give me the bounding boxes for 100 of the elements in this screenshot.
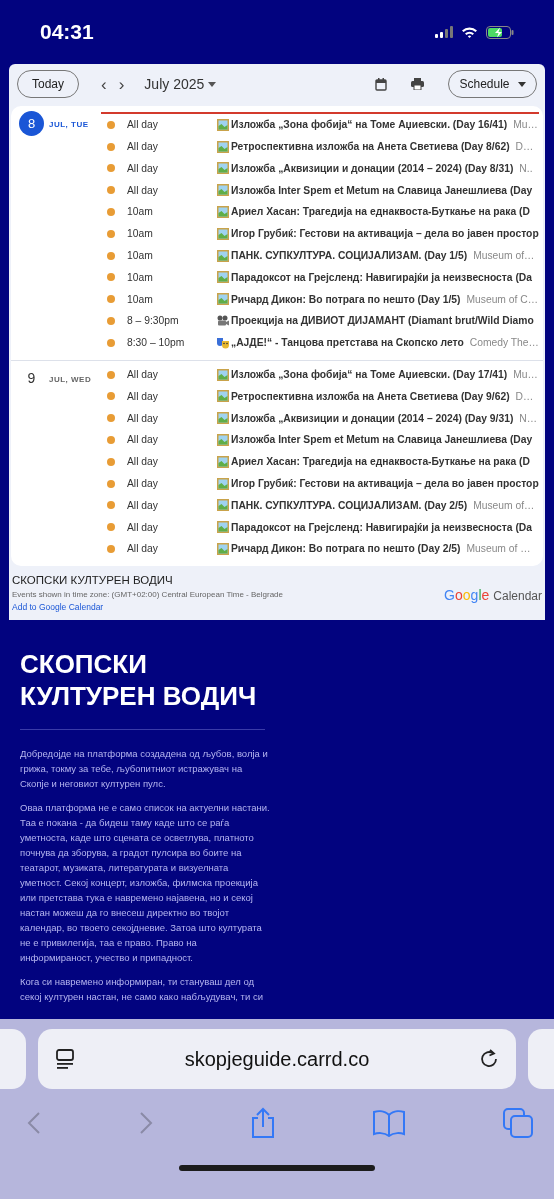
- event-row[interactable]: 10am Парадоксот на Грејсленд: Навигирајќи ја неизвесноста (Da: [101, 266, 543, 289]
- event-dot: [107, 545, 115, 554]
- event-dot: [107, 317, 115, 326]
- add-calendar-link[interactable]: Add to Google Calendar: [12, 601, 284, 614]
- picture-frame-icon: [217, 206, 229, 219]
- event-row[interactable]: 10am Ариел Хасан: Трагедија на еднаквоста-Буткање на рака (D: [101, 201, 543, 223]
- event-time: All day: [127, 161, 159, 176]
- event-dot: [107, 186, 115, 195]
- event-row[interactable]: All day Ричард Дикон: Во потрага по нешто (Day 2/5) Museum of …: [101, 538, 543, 560]
- event-row[interactable]: All day Изложба „Аквизиции и донации (2014 – 2024) (Day 9/31) N…: [101, 407, 543, 430]
- event-title: Изложба Inter Spem et Metum на Славица Јанешлиева (Day: [231, 183, 533, 198]
- event-title: Ариел Хасан: Трагедија на еднаквоста-Буткање на рака (D: [231, 455, 530, 470]
- tabs-icon[interactable]: [502, 1107, 534, 1139]
- picture-frame-icon: [217, 499, 229, 512]
- event-row[interactable]: All day Изложба „Зона фобија“ на Томе Аџиевски. (Day 17/41) Mu…: [101, 363, 543, 386]
- picture-frame-icon: [217, 184, 229, 197]
- picture-frame-icon: [217, 543, 229, 556]
- event-row[interactable]: All day Изложба Inter Spem et Metum на Славица Јанешлиева (Day: [101, 429, 543, 451]
- event-row[interactable]: All day Ариел Хасан: Трагедија на еднаквоста-Буткање на рака (D: [101, 450, 543, 473]
- reload-icon[interactable]: [478, 1048, 500, 1070]
- event-dot: [107, 479, 115, 488]
- event-row[interactable]: 10am Игор Грубиќ: Гестови на активација – дела во јавен простор: [101, 223, 543, 245]
- event-time: 10am: [127, 205, 154, 220]
- intro-paragraph: Кога си навремено информиран, ти стануваш дел од секој културен настан, не само како набљудувач, ти си: [20, 974, 264, 1004]
- event-title: „АЈДЕ!“ - Танцова претстава на Скопско лето: [231, 336, 464, 351]
- event-time: 8 – 9:30pm: [127, 314, 180, 329]
- clock-time: 04:31: [40, 19, 94, 46]
- event-row[interactable]: All day Игор Грубиќ: Гестови на активација – дела во јавен простор: [101, 472, 543, 495]
- battery-charging-icon: [486, 25, 514, 39]
- previous-button[interactable]: ‹: [95, 75, 113, 93]
- share-icon[interactable]: [250, 1107, 276, 1139]
- book-icon[interactable]: [372, 1109, 406, 1137]
- event-dot: [107, 523, 115, 532]
- event-title: Парадоксот на Грејсленд: Навигирајќи ја неизвесноста (Da: [231, 520, 533, 535]
- forward-icon[interactable]: [138, 1111, 154, 1135]
- picture-frame-icon: [217, 227, 229, 240]
- event-title: Изложба „Зона фобија“ на Томе Аџиевски. (Day 16/41): [231, 118, 508, 133]
- calendar-name: СКОПСКИ КУЛТУРЕН ВОДИЧ: [12, 572, 174, 588]
- theater-masks-icon: [217, 336, 229, 349]
- product-name: Calendar: [493, 587, 542, 605]
- event-row[interactable]: 8:30 – 10pm „АЈДЕ!“ - Танцова претстава на Скопско лето Comedy The…: [101, 331, 543, 354]
- event-row[interactable]: 8 – 9:30pm Проекција на ДИВИОТ ДИЈАМАНТ (Diamant brut/Wild Diamo: [101, 310, 543, 332]
- event-time: All day: [127, 183, 159, 198]
- back-icon[interactable]: [26, 1111, 42, 1135]
- event-time: All day: [127, 498, 159, 513]
- event-location: Museum of C…: [466, 292, 538, 307]
- event-row[interactable]: All day Ретроспективна изложба на Анета Светиева (Day 9/62) D…: [101, 385, 543, 408]
- google-logo: Google: [444, 585, 490, 605]
- event-time: All day: [127, 139, 159, 154]
- event-row[interactable]: All day Ретроспективна изложба на Анета Светиева (Day 8/62) D…: [101, 135, 543, 158]
- picture-frame-icon: [217, 368, 229, 381]
- event-dot: [107, 436, 115, 445]
- page-menu-icon[interactable]: [54, 1048, 76, 1070]
- date-number[interactable]: 8: [19, 111, 44, 136]
- event-time: 10am: [127, 227, 154, 242]
- event-row[interactable]: 10am ПАНК. СУПКУЛТУРА. СОЦИЈАЛИЗАМ. (Day 1/5) Museum of…: [101, 244, 543, 267]
- event-location: N…: [519, 411, 538, 426]
- date-number[interactable]: 9: [19, 365, 44, 391]
- calendar-icon[interactable]: [375, 77, 387, 91]
- event-title: Ретроспективна изложба на Анета Светиева (Day 8/62): [231, 139, 510, 154]
- event-row[interactable]: All day Изложба Inter Spem et Metum на Славица Јанешлиева (Day: [101, 179, 543, 202]
- event-time: All day: [127, 389, 159, 404]
- event-location: N..: [519, 161, 533, 176]
- event-row[interactable]: 10am Ричард Дикон: Во потрага по нешто (Day 1/5) Museum of C…: [101, 288, 543, 311]
- event-time: All day: [127, 476, 159, 491]
- picture-frame-icon: [217, 455, 229, 468]
- event-location: D…: [515, 139, 534, 154]
- tab-preview[interactable]: [528, 1029, 554, 1089]
- event-title: Ариел Хасан: Трагедија на еднаквоста-Буткање на рака (D: [231, 205, 530, 220]
- event-dot: [107, 501, 115, 510]
- weekday-label: JUL, TUE: [49, 119, 89, 131]
- event-location: Comedy The…: [469, 336, 539, 351]
- event-time: 10am: [127, 248, 154, 263]
- weekday-label: JUL, WED: [49, 373, 92, 386]
- picture-frame-icon: [217, 412, 229, 425]
- event-time: 8:30 – 10pm: [127, 336, 186, 351]
- event-row[interactable]: All day Парадоксот на Грејсленд: Навигирајќи ја неизвесноста (Da: [101, 516, 543, 539]
- print-icon[interactable]: [411, 78, 424, 90]
- event-time: All day: [127, 118, 159, 133]
- event-title: Изложба „Зона фобија“ на Томе Аџиевски. (Day 17/41): [231, 367, 508, 382]
- event-location: Museum of…: [473, 498, 535, 513]
- address-bar[interactable]: skopjeguide.carrd.co: [38, 1029, 516, 1089]
- tab-preview[interactable]: [0, 1029, 26, 1089]
- event-time: All day: [127, 411, 159, 426]
- caret-icon: [517, 81, 526, 87]
- event-title: Изложба „Аквизиции и донации (2014 – 2024) (Day 8/31): [231, 161, 514, 176]
- event-row[interactable]: All day ПАНК. СУПКУЛТУРА. СОЦИЈАЛИЗАМ. (Day 2/5) Museum of…: [101, 494, 543, 517]
- event-time: All day: [127, 367, 159, 382]
- timezone-note: Events shown in time zone: (GMT+02:00) Central European Time - Belgrade: [12, 589, 284, 602]
- event-dot: [107, 208, 115, 217]
- event-time: All day: [127, 455, 159, 470]
- event-row[interactable]: All day Изложба „Аквизиции и донации (2014 – 2024) (Day 8/31) N..: [101, 157, 543, 180]
- month-dropdown[interactable]: July 2025: [138, 72, 223, 96]
- event-dot: [107, 295, 115, 304]
- event-dot: [107, 251, 115, 260]
- next-button[interactable]: ›: [112, 75, 131, 93]
- event-row[interactable]: All day Изложба „Зона фобија“ на Томе Аџиевски. (Day 16/41) Mu…: [101, 114, 543, 136]
- caret-icon: [208, 81, 217, 87]
- event-location: Mu…: [513, 118, 538, 133]
- event-dot: [107, 273, 115, 282]
